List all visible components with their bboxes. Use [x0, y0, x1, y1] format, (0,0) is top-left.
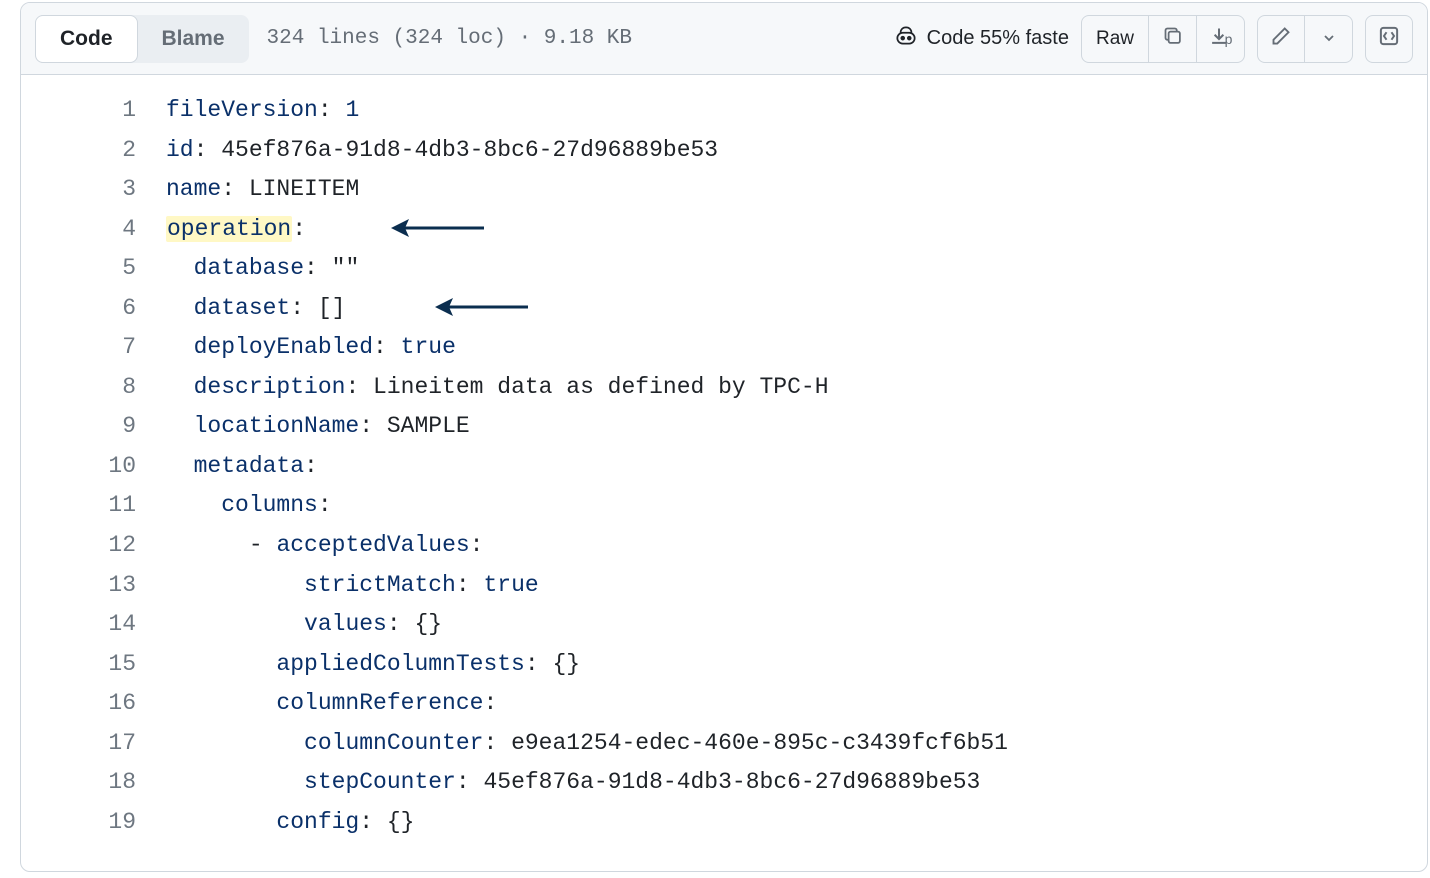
- line-number[interactable]: 13: [21, 566, 166, 606]
- code-content: values: {}: [166, 605, 442, 645]
- line-number[interactable]: 16: [21, 684, 166, 724]
- line-number[interactable]: 12: [21, 526, 166, 566]
- code-content: columns:: [166, 486, 332, 526]
- edit-group: [1257, 15, 1353, 63]
- code-line[interactable]: 13 strictMatch: true: [21, 566, 1427, 606]
- copy-button[interactable]: [1149, 15, 1197, 63]
- code-content: columnReference:: [166, 684, 497, 724]
- copilot-icon: [893, 23, 919, 55]
- download-button[interactable]: p: [1197, 15, 1245, 63]
- code-line[interactable]: 11 columns:: [21, 486, 1427, 526]
- line-number[interactable]: 9: [21, 407, 166, 447]
- copilot-promo-text: Code 55% faste: [927, 27, 1069, 50]
- code-content: fileVersion: 1: [166, 91, 359, 131]
- code-line[interactable]: 12 - acceptedValues:: [21, 526, 1427, 566]
- code-content: stepCounter: 45ef876a-91d8-4db3-8bc6-27d…: [166, 763, 980, 803]
- code-content: config: {}: [166, 803, 414, 843]
- line-number[interactable]: 6: [21, 289, 166, 329]
- line-number[interactable]: 7: [21, 328, 166, 368]
- line-number[interactable]: 1: [21, 91, 166, 131]
- code-content: name: LINEITEM: [166, 170, 359, 210]
- symbols-button[interactable]: [1365, 15, 1413, 63]
- code-content: - acceptedValues:: [166, 526, 483, 566]
- line-number[interactable]: 17: [21, 724, 166, 764]
- symbols-icon: [1379, 26, 1399, 52]
- line-number[interactable]: 14: [21, 605, 166, 645]
- line-number[interactable]: 8: [21, 368, 166, 408]
- line-number[interactable]: 10: [21, 447, 166, 487]
- code-content: metadata:: [166, 447, 318, 487]
- raw-copy-download-group: Raw p: [1081, 15, 1245, 63]
- file-toolbar: Code Blame 324 lines (324 loc) · 9.18 KB…: [21, 3, 1427, 75]
- code-line[interactable]: 15 appliedColumnTests: {}: [21, 645, 1427, 685]
- code-area[interactable]: 1fileVersion: 12id: 45ef876a-91d8-4db3-8…: [21, 75, 1427, 842]
- edit-dropdown-button[interactable]: [1305, 15, 1353, 63]
- code-content: columnCounter: e9ea1254-edec-460e-895c-c…: [166, 724, 1008, 764]
- code-line[interactable]: 14 values: {}: [21, 605, 1427, 645]
- line-number[interactable]: 2: [21, 131, 166, 171]
- code-line[interactable]: 6 dataset: []: [21, 289, 1427, 329]
- copilot-promo[interactable]: Code 55% faste: [893, 23, 1069, 55]
- code-content: id: 45ef876a-91d8-4db3-8bc6-27d96889be53: [166, 131, 718, 171]
- code-content: appliedColumnTests: {}: [166, 645, 580, 685]
- code-content: strictMatch: true: [166, 566, 539, 606]
- code-content: deployEnabled: true: [166, 328, 456, 368]
- file-info-text: 324 lines (324 loc) · 9.18 KB: [267, 27, 632, 50]
- code-line[interactable]: 3name: LINEITEM: [21, 170, 1427, 210]
- code-line[interactable]: 1fileVersion: 1: [21, 91, 1427, 131]
- line-number[interactable]: 19: [21, 803, 166, 843]
- line-number[interactable]: 11: [21, 486, 166, 526]
- code-line[interactable]: 5 database: "": [21, 249, 1427, 289]
- line-number[interactable]: 15: [21, 645, 166, 685]
- code-content: operation:: [166, 210, 306, 250]
- copy-icon: [1163, 26, 1183, 52]
- code-content: dataset: []: [166, 289, 345, 329]
- caret-down-icon: [1323, 28, 1335, 50]
- code-line[interactable]: 10 metadata:: [21, 447, 1427, 487]
- pencil-icon: [1271, 26, 1291, 52]
- view-mode-segmented: Code Blame: [35, 15, 249, 63]
- code-line[interactable]: 18 stepCounter: 45ef876a-91d8-4db3-8bc6-…: [21, 763, 1427, 803]
- code-line[interactable]: 17 columnCounter: e9ea1254-edec-460e-895…: [21, 724, 1427, 764]
- code-line[interactable]: 19 config: {}: [21, 803, 1427, 843]
- annotation-arrow-icon: [391, 216, 486, 240]
- clipped-letter: p: [1225, 31, 1233, 47]
- code-line[interactable]: 7 deployEnabled: true: [21, 328, 1427, 368]
- tab-blame[interactable]: Blame: [138, 15, 249, 63]
- tab-code[interactable]: Code: [35, 15, 138, 63]
- code-line[interactable]: 16 columnReference:: [21, 684, 1427, 724]
- line-number[interactable]: 18: [21, 763, 166, 803]
- code-content: description: Lineitem data as defined by…: [166, 368, 829, 408]
- code-line[interactable]: 8 description: Lineitem data as defined …: [21, 368, 1427, 408]
- code-content: locationName: SAMPLE: [166, 407, 470, 447]
- edit-button[interactable]: [1257, 15, 1305, 63]
- line-number[interactable]: 5: [21, 249, 166, 289]
- code-content: database: "": [166, 249, 359, 289]
- code-line[interactable]: 4operation:: [21, 210, 1427, 250]
- line-number[interactable]: 3: [21, 170, 166, 210]
- code-line[interactable]: 9 locationName: SAMPLE: [21, 407, 1427, 447]
- raw-button[interactable]: Raw: [1081, 15, 1149, 63]
- line-number[interactable]: 4: [21, 210, 166, 250]
- annotation-arrow-icon: [435, 295, 530, 319]
- file-view-panel: Code Blame 324 lines (324 loc) · 9.18 KB…: [20, 2, 1428, 872]
- code-line[interactable]: 2id: 45ef876a-91d8-4db3-8bc6-27d96889be5…: [21, 131, 1427, 171]
